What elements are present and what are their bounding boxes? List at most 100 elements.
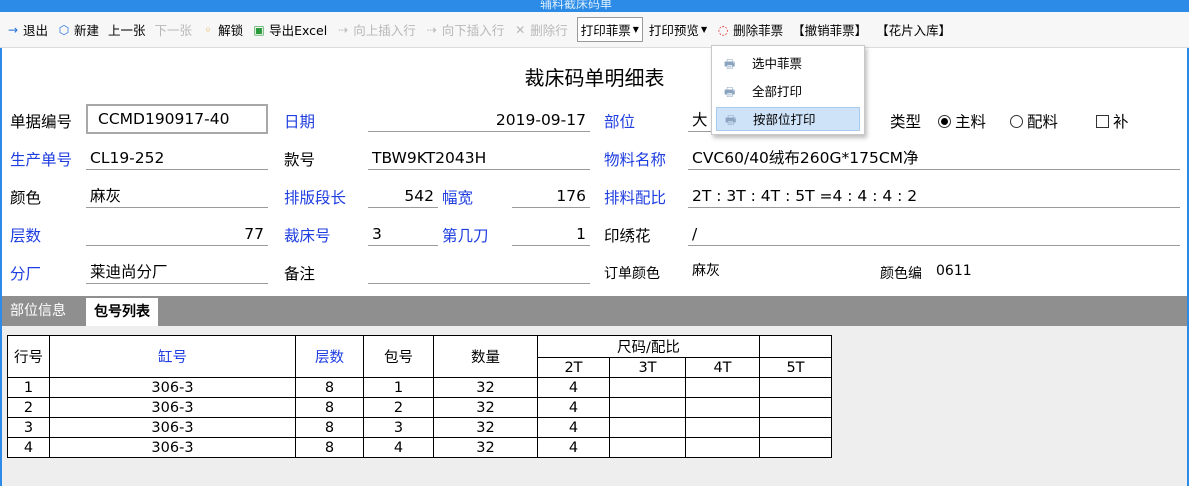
type-label: 类型 — [890, 113, 922, 131]
menu-item-print-all[interactable]: 🖶 全部打印 — [716, 80, 860, 104]
ratio-field[interactable]: 2T : 3T : 4T : 5T =4 : 4 : 4 : 2 — [688, 184, 1180, 208]
table-row[interactable]: 4 306-3 8 4 32 4 — [7, 437, 832, 458]
toolbar: → 退出 ⬡ 新建 上一张 下一张 ◦ 解锁 ▣ 导出Excel ⇢ 向上插入行 ⇢ 向下插… — [0, 12, 1189, 48]
cell-row: 3 — [7, 417, 50, 438]
cell-vat: 306-3 — [49, 397, 296, 418]
caret-down-icon: ▼ — [700, 25, 708, 34]
cell-size-4t — [685, 377, 760, 398]
cancel-ticket-button[interactable]: 【撤销菲票】 — [792, 20, 867, 39]
order-color-label: 订单颜色 — [604, 266, 660, 282]
type-supp-checkbox[interactable]: 补 — [1096, 110, 1129, 132]
cell-pack: 1 — [363, 377, 434, 398]
col-pack-header: 包号 — [363, 335, 434, 378]
cell-row: 2 — [7, 397, 50, 418]
printer-icon: 🖶 — [724, 85, 736, 99]
color-code-label: 颜色编 — [880, 266, 922, 282]
remark-field[interactable] — [368, 260, 590, 284]
material-label: 物料名称 — [604, 151, 667, 169]
insert-below-icon: ⇢ — [426, 22, 437, 37]
print-ticket-menu: 🖶 选中菲票 🖶 全部打印 🖶 按部位打印 — [711, 45, 865, 135]
cell-size-2t: 4 — [537, 377, 610, 398]
new-button[interactable]: ⬡ 新建 — [57, 20, 99, 39]
prod-no-label: 生产单号 — [10, 151, 73, 169]
doc-no-field[interactable]: CCMD190917-40 — [86, 104, 268, 134]
arrow-right-icon: → — [7, 22, 19, 37]
window-title: 辅料截床码单 — [540, 0, 613, 11]
insert-row-below-button[interactable]: ⇢ 向下插入行 — [425, 20, 505, 39]
pattern-store-button[interactable]: 【花片入库】 — [876, 20, 951, 39]
print-emb-field[interactable]: / — [688, 222, 1180, 246]
menu-item-print-selected[interactable]: 🖶 选中菲票 — [716, 52, 860, 76]
layers-field[interactable]: 77 — [86, 222, 268, 246]
cell-qty: 32 — [433, 377, 538, 398]
color-code-value: 0611 — [936, 263, 972, 279]
next-button[interactable]: 下一张 — [155, 20, 193, 39]
material-field[interactable]: CVC60/40绒布260G*175CM净 — [688, 146, 1180, 170]
unlock-button[interactable]: ◦ 解锁 — [201, 20, 244, 39]
cell-vat: 306-3 — [49, 437, 296, 458]
bed-no-label: 裁床号 — [284, 227, 331, 245]
seg-len-field[interactable]: 542 — [368, 184, 438, 208]
cell-size-3t — [609, 397, 686, 418]
size-header: 2T — [537, 357, 610, 378]
tab-pack-list[interactable]: 包号列表 — [86, 298, 158, 326]
delete-row-button[interactable]: ✕ 删除行 — [513, 20, 568, 39]
col-vat-header: 缸号 — [49, 335, 296, 378]
cell-vat: 306-3 — [49, 417, 296, 438]
cell-size-5t — [759, 437, 832, 458]
cell-size-3t — [609, 417, 686, 438]
knife-field[interactable]: 1 — [512, 222, 590, 246]
insert-row-above-button[interactable]: ⇢ 向上插入行 — [336, 20, 416, 39]
cell-size-4t — [685, 417, 760, 438]
print-preview-dropdown[interactable]: 打印预览 ▼ — [649, 20, 707, 39]
style-field[interactable]: TBW9KT2043H — [368, 146, 590, 170]
cell-qty: 32 — [433, 437, 538, 458]
tab-part-info[interactable]: 部位信息 — [2, 296, 74, 326]
size-header: 5T — [759, 357, 832, 378]
bed-no-field[interactable]: 3 — [368, 222, 438, 246]
size-header: 3T — [609, 357, 686, 378]
form-title: 裁床码单明细表 — [524, 66, 665, 90]
prod-no-field[interactable]: CL19-252 — [86, 146, 268, 170]
size-header: 4T — [685, 357, 760, 378]
shield-icon: ⬡ — [58, 22, 70, 37]
width-field[interactable]: 176 — [512, 184, 590, 208]
cell-size-4t — [685, 397, 760, 418]
prev-button[interactable]: 上一张 — [108, 20, 146, 39]
width-label: 幅宽 — [442, 189, 474, 207]
col-qty-header: 数量 — [433, 335, 538, 378]
doc-no-label: 单据编号 — [10, 113, 73, 131]
seg-len-label: 排版段长 — [284, 189, 347, 207]
cell-size-5t — [759, 417, 832, 438]
factory-label: 分厂 — [10, 265, 42, 283]
date-label: 日期 — [284, 113, 316, 131]
col-row-header: 行号 — [7, 335, 50, 378]
factory-field[interactable]: 莱迪尚分厂 — [86, 260, 268, 284]
menu-item-print-by-part[interactable]: 🖶 按部位打印 — [716, 107, 860, 131]
cell-qty: 32 — [433, 397, 538, 418]
table-row[interactable]: 3 306-3 8 3 32 4 — [7, 417, 832, 438]
caret-down-icon: ▼ — [632, 25, 639, 34]
cell-size-3t — [609, 437, 686, 458]
cell-size-3t — [609, 377, 686, 398]
color-field[interactable]: 麻灰 — [86, 184, 268, 208]
cell-pack: 2 — [363, 397, 434, 418]
cell-size-5t — [759, 397, 832, 418]
dept-field[interactable]: 大 — [688, 108, 712, 132]
type-aux-radio[interactable]: 配料 — [1010, 110, 1058, 132]
exit-button[interactable]: → 退出 — [6, 20, 48, 39]
cell-size-5t — [759, 377, 832, 398]
print-ticket-dropdown[interactable]: 打印菲票 ▼ — [576, 17, 643, 42]
type-main-radio[interactable]: 主料 — [938, 110, 986, 132]
date-field[interactable]: 2019-09-17 — [368, 108, 590, 132]
print-emb-label: 印绣花 — [604, 227, 651, 245]
col-layers-header: 层数 — [295, 335, 364, 378]
table-row[interactable]: 1 306-3 8 1 32 4 — [7, 377, 832, 398]
printer-icon: 🖶 — [724, 57, 736, 71]
grid-area: 行号 缸号 层数 包号 数量 尺码/配比 2T 3T 4T 5T 1 306-3… — [2, 326, 1187, 486]
delete-ticket-button[interactable]: ◌ 删除菲票 — [716, 20, 783, 39]
export-excel-button[interactable]: ▣ 导出Excel — [252, 20, 327, 39]
pack-table: 行号 缸号 层数 包号 数量 尺码/配比 2T 3T 4T 5T 1 306-3… — [7, 335, 832, 458]
col-size-ratio-header: 尺码/配比 — [537, 335, 760, 358]
table-row[interactable]: 2 306-3 8 2 32 4 — [7, 397, 832, 418]
